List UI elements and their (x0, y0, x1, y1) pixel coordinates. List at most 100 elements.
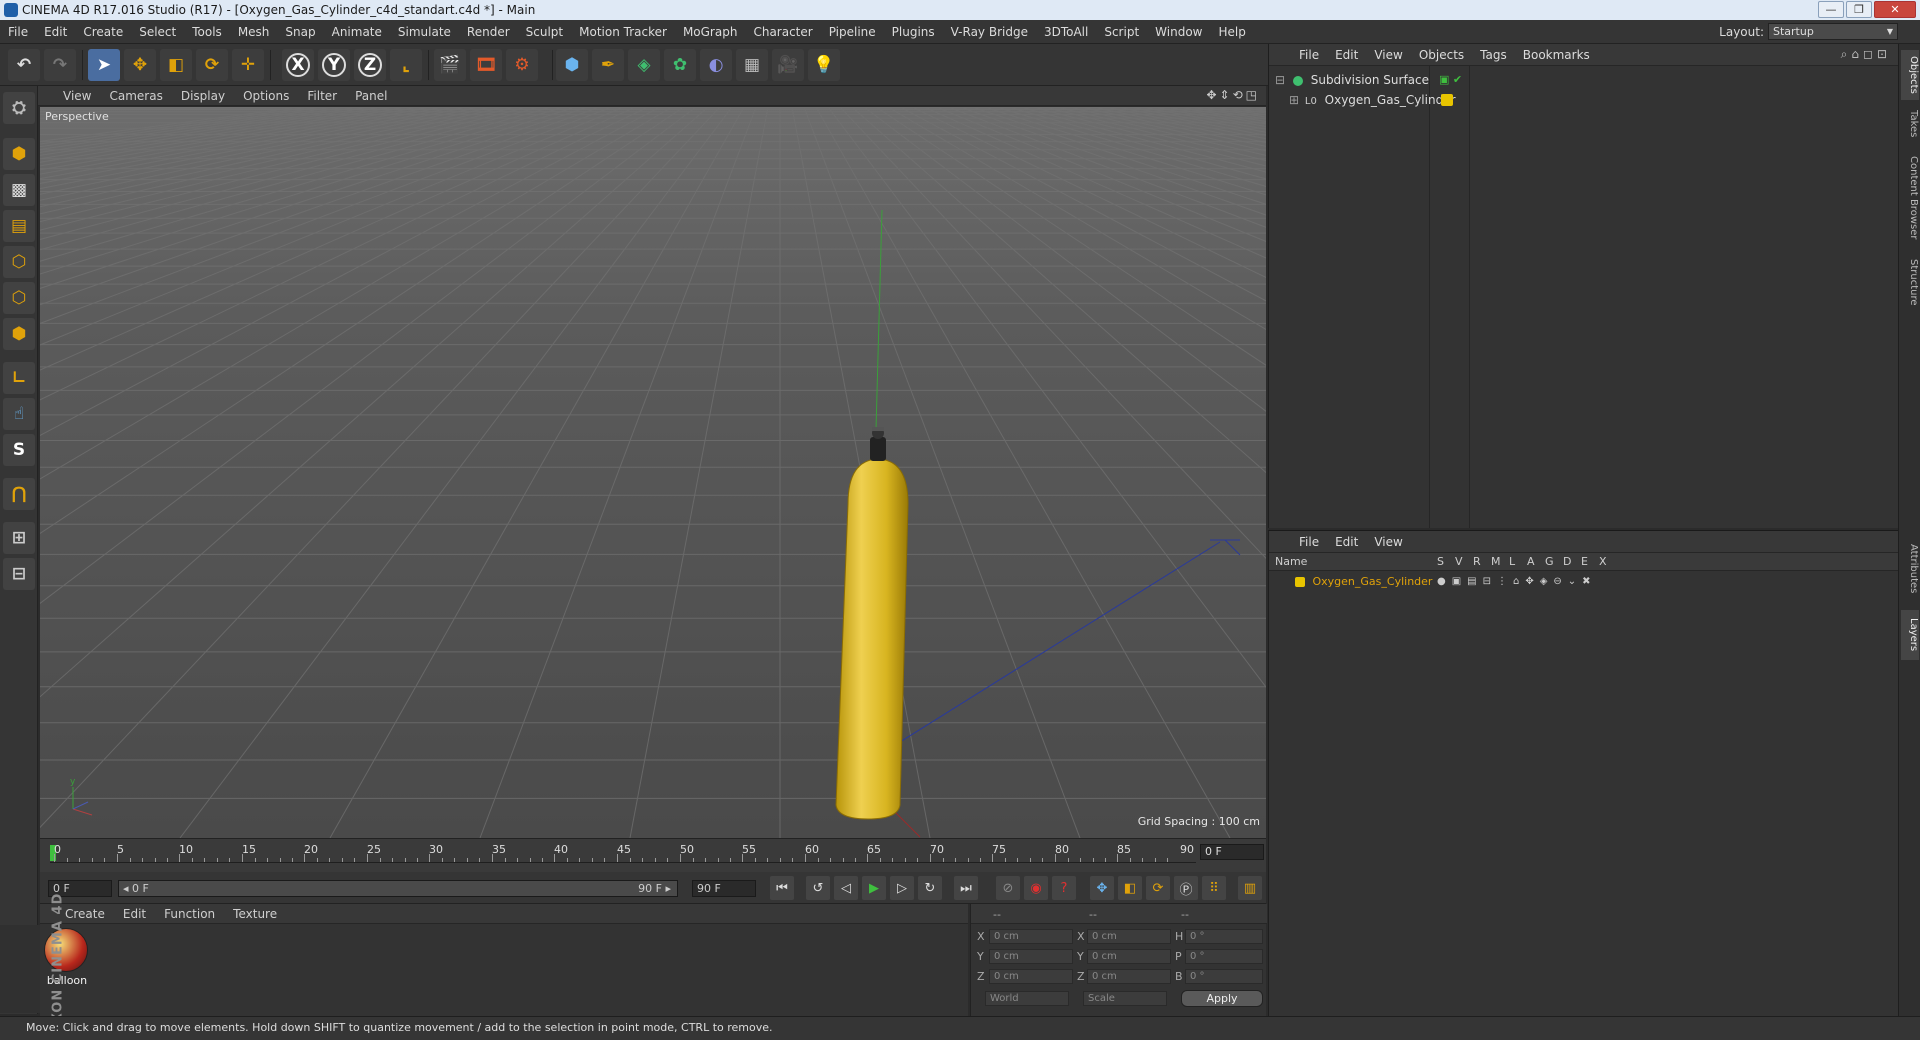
key-rotation-icon[interactable]: ⟳ (1146, 876, 1170, 900)
obj-menu-view[interactable]: View (1366, 48, 1410, 62)
size-z-field[interactable]: 0 cm (1087, 969, 1171, 984)
menu-mograph[interactable]: MoGraph (675, 20, 746, 44)
obj-menu-objects[interactable]: Objects (1411, 48, 1472, 62)
cube-primitive-icon[interactable]: ⬢ (556, 49, 588, 81)
vp-menu-options[interactable]: Options (234, 89, 298, 103)
timeline-window-icon[interactable]: ▥ (1238, 876, 1262, 900)
axis-mode-icon[interactable]: ∟ (3, 362, 35, 394)
key-scale-icon[interactable]: ◧ (1118, 876, 1142, 900)
snap-icon[interactable]: ⊞ (3, 522, 35, 554)
timeline[interactable]: 0 5 10 15 20 25 30 35 40 45 50 55 60 65 70 75 80 85 90 0 F (40, 838, 1266, 872)
menu-tools[interactable]: Tools (184, 20, 230, 44)
magnet-icon[interactable]: ⋂ (3, 478, 35, 510)
object-row-subdivision[interactable]: ⊟ Subdivision Surface ▣ ✔ (1271, 70, 1871, 90)
viewport-perspective[interactable]: y Perspective Grid Spacing : 100 cm (40, 107, 1266, 838)
move-icon[interactable]: ✥ (124, 49, 156, 81)
menu-mesh[interactable]: Mesh (230, 20, 278, 44)
layer-color-tag[interactable] (1441, 94, 1453, 106)
menu-motion-tracker[interactable]: Motion Tracker (571, 20, 675, 44)
pos-x-field[interactable]: 0 cm (989, 929, 1073, 944)
apply-button[interactable]: Apply (1181, 990, 1263, 1007)
edges-mode-icon[interactable]: ⬡ (3, 282, 35, 314)
light-icon[interactable]: 💡 (808, 49, 840, 81)
model-mode-icon[interactable]: ⬢ (3, 138, 35, 170)
pen-spline-icon[interactable]: ✒ (592, 49, 624, 81)
tab-attributes[interactable]: Attributes (1901, 534, 1919, 604)
search-icon[interactable]: ⌕⌂◻⊡ (1841, 47, 1891, 62)
menu-edit[interactable]: Edit (36, 20, 75, 44)
pos-z-field[interactable]: 0 cm (989, 969, 1073, 984)
live-selection-icon[interactable]: ✛ (232, 49, 264, 81)
layer-toggle-icons[interactable]: ●▣▤⊟⋮⌂✥◈⊖⌄✖ (1437, 572, 1597, 592)
menu-plugins[interactable]: Plugins (884, 20, 943, 44)
layer-name[interactable]: Oxygen_Gas_Cylinder (1313, 575, 1433, 588)
layer-menu-file[interactable]: File (1291, 535, 1327, 549)
menu-create[interactable]: Create (75, 20, 131, 44)
mat-menu-texture[interactable]: Texture (224, 907, 286, 921)
quantize-icon[interactable]: ⊟ (3, 558, 35, 590)
workplane-icon[interactable]: ▤ (3, 210, 35, 242)
layer-color-swatch[interactable] (1295, 577, 1305, 587)
vp-menu-cameras[interactable]: Cameras (100, 89, 171, 103)
tweak-mode-icon[interactable]: ☝ (3, 398, 35, 430)
tab-takes[interactable]: Takes (1901, 104, 1919, 144)
maximize-button[interactable]: ❐ (1846, 1, 1872, 18)
vp-menu-view[interactable]: View (54, 89, 100, 103)
tab-content-browser[interactable]: Content Browser (1901, 148, 1919, 248)
floor-icon[interactable]: ▦ (736, 49, 768, 81)
coord-mode-select[interactable]: World (985, 991, 1069, 1006)
vp-menu-panel[interactable]: Panel (346, 89, 396, 103)
tab-structure[interactable]: Structure (1901, 252, 1919, 312)
layout-select[interactable]: Startup ▼ (1768, 23, 1898, 40)
menu-3dtoall[interactable]: 3DToAll (1036, 20, 1096, 44)
end-frame-field[interactable]: 90 F (692, 880, 756, 897)
texture-mode-icon[interactable]: ▩ (3, 174, 35, 206)
go-to-start-icon[interactable]: ⏮ (770, 876, 794, 900)
size-y-field[interactable]: 0 cm (1087, 949, 1171, 964)
close-button[interactable]: ✕ (1874, 1, 1916, 18)
z-axis-lock[interactable]: Z (354, 49, 386, 81)
camera-icon[interactable]: 🎥 (772, 49, 804, 81)
x-axis-lock[interactable]: X (282, 49, 314, 81)
menu-script[interactable]: Script (1096, 20, 1147, 44)
coordinate-system-icon[interactable]: ⌞ (390, 49, 422, 81)
key-param-icon[interactable]: Ⓟ (1174, 876, 1198, 900)
menu-select[interactable]: Select (131, 20, 184, 44)
loop-forward-icon[interactable]: ↻ (918, 876, 942, 900)
menu-sculpt[interactable]: Sculpt (518, 20, 571, 44)
obj-menu-edit[interactable]: Edit (1327, 48, 1366, 62)
obj-menu-tags[interactable]: Tags (1472, 48, 1515, 62)
solo-mode-icon[interactable]: S (3, 434, 35, 466)
scale-icon[interactable]: ◧ (160, 49, 192, 81)
subdivision-icon[interactable]: ◈ (628, 49, 660, 81)
play-icon[interactable]: ▶ (862, 876, 886, 900)
expand-icon[interactable]: ⊞ (1289, 93, 1299, 107)
current-frame-field[interactable]: 0 F (1200, 844, 1264, 860)
object-name[interactable]: Subdivision Surface (1311, 73, 1429, 87)
deformer-icon[interactable]: ◐ (700, 49, 732, 81)
menu-vray-bridge[interactable]: V-Ray Bridge (943, 20, 1036, 44)
collapse-icon[interactable]: ⊟ (1275, 73, 1285, 87)
keyframe-disabled-icon[interactable]: ⊘ (996, 876, 1020, 900)
menu-animate[interactable]: Animate (324, 20, 390, 44)
select-arrow-icon[interactable]: ➤ (88, 49, 120, 81)
menu-character[interactable]: Character (745, 20, 820, 44)
size-x-field[interactable]: 0 cm (1087, 929, 1171, 944)
menu-window[interactable]: Window (1147, 20, 1210, 44)
layer-row[interactable]: Oxygen_Gas_Cylinder ●▣▤⊟⋮⌂✥◈⊖⌄✖ (1271, 572, 1871, 592)
mat-menu-edit[interactable]: Edit (114, 907, 155, 921)
points-mode-icon[interactable]: ⬡ (3, 246, 35, 278)
undo-icon[interactable]: ↶ (8, 49, 40, 81)
coord-scale-select[interactable]: Scale (1083, 991, 1167, 1006)
menu-snap[interactable]: Snap (277, 20, 323, 44)
menu-pipeline[interactable]: Pipeline (821, 20, 884, 44)
menu-file[interactable]: File (0, 20, 36, 44)
go-to-end-icon[interactable]: ⏭ (954, 876, 978, 900)
tab-layers[interactable]: Layers (1901, 610, 1919, 660)
obj-menu-file[interactable]: File (1291, 48, 1327, 62)
key-position-icon[interactable]: ✥ (1090, 876, 1114, 900)
object-name[interactable]: Oxygen_Gas_Cylinder (1325, 93, 1456, 107)
viewport-nav-icons[interactable]: ✥⇕⟲◳ (1206, 88, 1260, 102)
redo-icon[interactable]: ↷ (44, 49, 76, 81)
rot-p-field[interactable]: 0 ° (1185, 949, 1263, 964)
